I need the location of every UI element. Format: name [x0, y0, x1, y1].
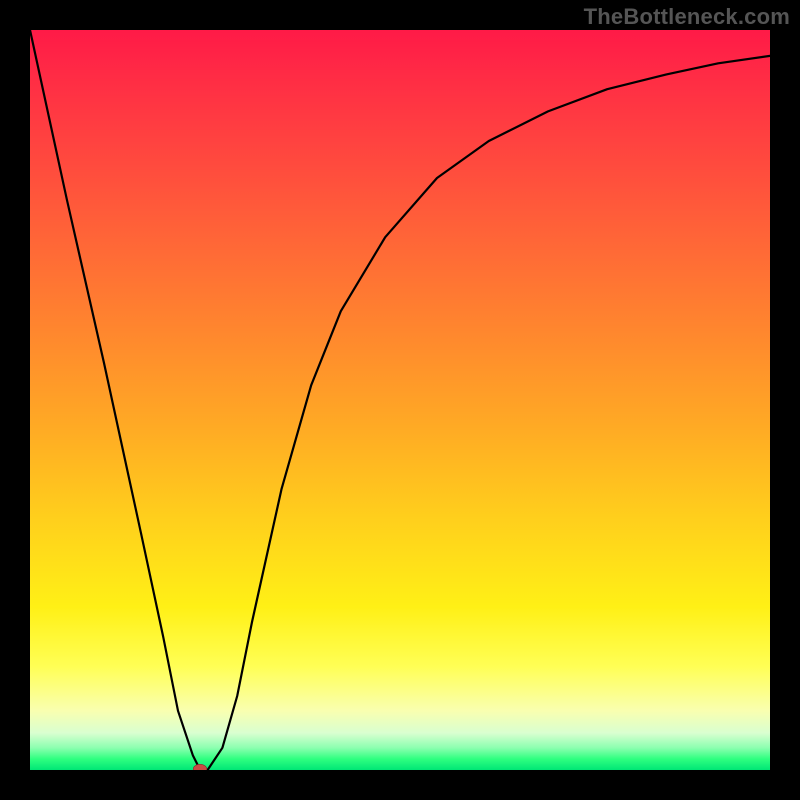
bottleneck-curve [30, 30, 770, 770]
plot-area [30, 30, 770, 770]
watermark-text: TheBottleneck.com [584, 4, 790, 30]
minimum-marker [193, 764, 207, 770]
chart-frame: TheBottleneck.com [0, 0, 800, 800]
